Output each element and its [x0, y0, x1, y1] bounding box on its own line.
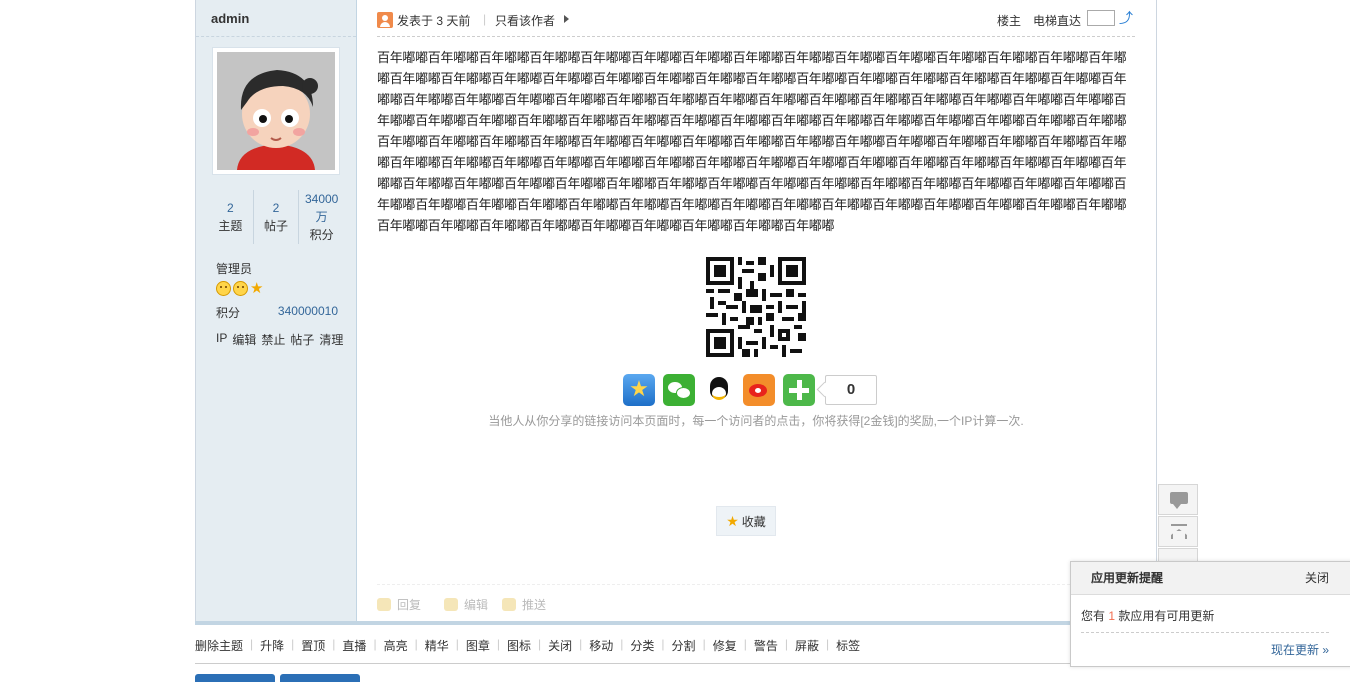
- notice-close-button[interactable]: 关闭: [1305, 562, 1329, 594]
- avatar[interactable]: [212, 47, 340, 175]
- admin-link-clean[interactable]: 清理: [319, 331, 343, 348]
- mod-split[interactable]: 分割: [672, 637, 696, 654]
- bottom-button[interactable]: [195, 674, 275, 682]
- elevator-input[interactable]: [1087, 10, 1115, 26]
- share-note: 当他人从你分享的链接访问本页面时，每一个访问者的点击，你将获得[2金钱]的奖励,…: [488, 414, 1024, 428]
- admin-links: IP 编辑 禁止 帖子 清理: [216, 331, 343, 348]
- mod-move[interactable]: 移动: [589, 637, 613, 654]
- post-actions: 回复 编辑 推送: [377, 584, 1135, 623]
- smiley-icon: [233, 281, 248, 296]
- favorite-label: 收藏: [741, 515, 766, 529]
- reply-label: 回复: [397, 598, 422, 612]
- mod-live[interactable]: 直播: [342, 637, 366, 654]
- bottom-button[interactable]: [280, 674, 360, 682]
- reply-action[interactable]: 回复: [377, 596, 421, 613]
- notice-message: 您有 1 款应用有可用更新: [1081, 607, 1214, 624]
- stat-threads-label: 主题: [218, 219, 243, 233]
- comment-icon[interactable]: [1158, 484, 1198, 515]
- update-notice-popup: 应用更新提醒 关闭 您有 1 款应用有可用更新 现在更新 »: [1070, 561, 1350, 667]
- mod-warn[interactable]: 警告: [754, 637, 778, 654]
- mod-delete-thread[interactable]: 删除主题: [195, 637, 243, 654]
- stat-threads[interactable]: 2 主题: [208, 190, 254, 244]
- star-icon: ★: [250, 280, 264, 297]
- credit-label: 积分: [216, 306, 241, 320]
- separator: |: [483, 12, 487, 26]
- author-stats: 2 主题 2 帖子 34000万 积分: [208, 190, 344, 244]
- stat-credits-value: 34000万: [304, 192, 339, 224]
- stat-posts-value: 2: [272, 201, 280, 215]
- notice-header: 应用更新提醒 关闭: [1071, 562, 1350, 595]
- mod-sticky[interactable]: 置顶: [301, 637, 325, 654]
- mod-stamp[interactable]: 图章: [466, 637, 490, 654]
- moderation-bar: 删除主题 | 升降 | 置顶 | 直播 | 高亮 | 精华 | 图章 | 图标 | 关闭 | 移动…: [195, 637, 861, 654]
- only-author-link[interactable]: 只看该作者: [495, 12, 555, 29]
- elevator-go-icon[interactable]: ⤴: [1119, 10, 1135, 26]
- stat-credits[interactable]: 34000万 积分: [299, 190, 344, 244]
- edit-label: 编辑: [464, 598, 489, 612]
- push-icon: [502, 598, 516, 611]
- qr-code-image: [706, 257, 806, 357]
- admin-link-ban[interactable]: 禁止: [261, 331, 285, 348]
- notice-count: 1: [1108, 609, 1116, 623]
- notice-divider: [1081, 632, 1329, 633]
- reply-icon: [377, 598, 391, 611]
- stat-threads-value: 2: [226, 201, 234, 215]
- admin-link-edit[interactable]: 编辑: [232, 331, 256, 348]
- push-action[interactable]: 推送: [502, 596, 546, 613]
- rank-icons: ★: [216, 281, 265, 296]
- stat-posts-label: 帖子: [264, 219, 289, 233]
- notice-text-pre: 您有: [1081, 609, 1106, 623]
- push-label: 推送: [522, 598, 547, 612]
- back-to-top-icon[interactable]: [1158, 516, 1198, 547]
- admin-link-ip[interactable]: IP: [216, 331, 227, 348]
- post-content: 发表于 3 天前 | 只看该作者 楼主 电梯直达 ⤴ 百年嘟嘟百年嘟嘟百年嘟嘟百…: [377, 0, 1135, 612]
- mod-icon[interactable]: 图标: [507, 637, 531, 654]
- mod-digest[interactable]: 精华: [425, 637, 449, 654]
- qzone-share-icon[interactable]: [623, 374, 655, 406]
- share-count: 0: [825, 375, 877, 405]
- post-divider: [195, 621, 1155, 625]
- stat-credits-label: 积分: [309, 228, 334, 242]
- admin-link-posts[interactable]: 帖子: [290, 331, 314, 348]
- stat-posts[interactable]: 2 帖子: [254, 190, 300, 244]
- mod-highlight[interactable]: 高亮: [384, 637, 408, 654]
- mod-tag[interactable]: 标签: [836, 637, 860, 654]
- mod-close[interactable]: 关闭: [548, 637, 572, 654]
- post-time: 发表于 3 天前: [397, 14, 471, 28]
- qq-share-icon[interactable]: [703, 374, 735, 406]
- credit-value: 340000010: [277, 304, 338, 318]
- author-name[interactable]: admin: [196, 0, 356, 37]
- mod-ban[interactable]: 屏蔽: [795, 637, 819, 654]
- edit-action[interactable]: 编辑: [444, 596, 488, 613]
- mod-bump[interactable]: 升降: [260, 637, 284, 654]
- author-sidebar: admin 2 主题 2 帖子 34000万 积分 管理员 ★ 积分 34000…: [196, 0, 357, 624]
- more-share-icon[interactable]: [783, 374, 815, 406]
- weibo-share-icon[interactable]: [743, 374, 775, 406]
- smiley-icon: [216, 281, 231, 296]
- triangle-right-icon: [564, 15, 569, 23]
- edit-icon: [444, 598, 458, 611]
- notice-title: 应用更新提醒: [1091, 571, 1164, 585]
- post-body: 百年嘟嘟百年嘟嘟百年嘟嘟百年嘟嘟百年嘟嘟百年嘟嘟百年嘟嘟百年嘟嘟百年嘟嘟百年嘟嘟…: [377, 50, 1127, 233]
- user-online-icon: [377, 12, 393, 28]
- mod-repair[interactable]: 修复: [713, 637, 737, 654]
- elevator-label: 电梯直达: [1032, 14, 1081, 28]
- favorite-button[interactable]: ★ 收藏: [716, 506, 776, 536]
- update-now-link[interactable]: 现在更新 »: [1271, 641, 1329, 658]
- avatar-image: [217, 52, 335, 170]
- mod-category[interactable]: 分类: [630, 637, 654, 654]
- post-topbar: 发表于 3 天前 | 只看该作者 楼主 电梯直达 ⤴: [377, 0, 1135, 37]
- floor-label: 楼主: [996, 14, 1021, 28]
- share-bar: 0: [623, 374, 877, 406]
- wechat-share-icon[interactable]: [663, 374, 695, 406]
- post-container: admin 2 主题 2 帖子 34000万 积分 管理员 ★ 积分 34000…: [195, 0, 1157, 624]
- credit-row: 积分 340000010: [216, 304, 338, 321]
- mod-divider: [195, 663, 1070, 664]
- star-icon: ★: [726, 513, 739, 529]
- user-group[interactable]: 管理员: [216, 260, 252, 277]
- notice-text-post: 款应用有可用更新: [1118, 609, 1215, 623]
